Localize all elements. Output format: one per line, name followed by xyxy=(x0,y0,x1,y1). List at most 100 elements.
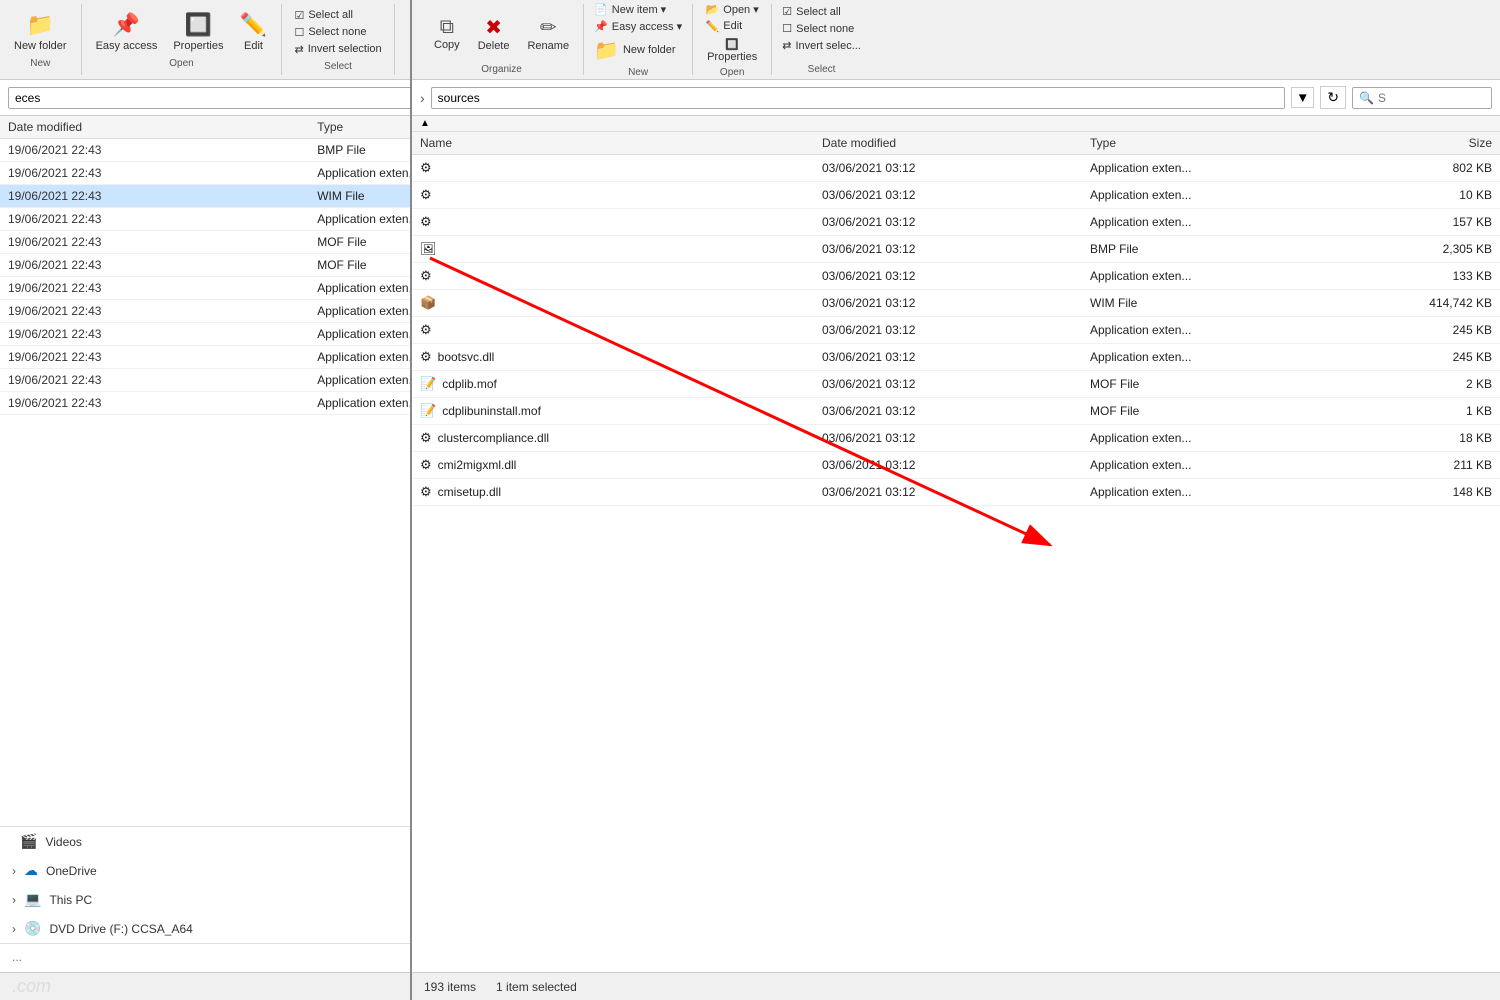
right-file-row-0[interactable]: ⚙ 03/06/2021 03:12 Application exten... … xyxy=(412,155,1500,182)
item-count-right: 193 items xyxy=(424,980,476,994)
right-file-row-7[interactable]: ⚙bootsvc.dll 03/06/2021 03:12 Applicatio… xyxy=(412,344,1500,371)
file-icon-4: ⚙ xyxy=(420,268,432,283)
select-none-button-right[interactable]: ☐ Select none xyxy=(778,21,865,36)
sort-toggle-button[interactable]: ▲ xyxy=(420,118,430,129)
file-icon-0: ⚙ xyxy=(420,160,432,175)
right-file-date-6: 03/06/2021 03:12 xyxy=(822,323,1090,337)
edit-button[interactable]: ✏️ Edit xyxy=(233,10,273,54)
right-file-date-9: 03/06/2021 03:12 xyxy=(822,404,1090,418)
copy-button-right[interactable]: ⧉ Copy xyxy=(426,14,468,53)
nav-item-onedrive[interactable]: › ☁ OneDrive xyxy=(0,856,415,885)
refresh-button-right[interactable]: ↻ xyxy=(1320,86,1346,109)
right-file-row-2[interactable]: ⚙ 03/06/2021 03:12 Application exten... … xyxy=(412,209,1500,236)
edit-button-right[interactable]: ✏️ Edit xyxy=(702,19,747,34)
nav-item-scroll-more[interactable]: ... xyxy=(0,943,415,970)
dvd-label: DVD Drive (F:) CCSA_A64 xyxy=(49,922,192,936)
properties-button-right[interactable]: 🔲 Properties xyxy=(699,36,765,65)
easy-access-button[interactable]: 📌 Easy access xyxy=(90,10,164,54)
right-file-size-9: 1 KB xyxy=(1358,404,1492,418)
size-header-right[interactable]: Size xyxy=(1358,136,1492,150)
select-all-icon-right: ☑ xyxy=(782,5,792,18)
right-file-row-11[interactable]: ⚙cmi2migxml.dll 03/06/2021 03:12 Applica… xyxy=(412,452,1500,479)
right-file-row-3[interactable]: 🖼 03/06/2021 03:12 BMP File 2,305 KB xyxy=(412,236,1500,263)
right-file-row-9[interactable]: 📝cdplibuninstall.mof 03/06/2021 03:12 MO… xyxy=(412,398,1500,425)
select-none-button-left[interactable]: ☐ Select none xyxy=(290,25,385,40)
right-file-row-12[interactable]: ⚙cmisetup.dll 03/06/2021 03:12 Applicati… xyxy=(412,479,1500,506)
nav-item-dvd[interactable]: › 💿 DVD Drive (F:) CCSA_A64 xyxy=(0,914,415,943)
right-file-name-7: ⚙bootsvc.dll xyxy=(420,349,822,365)
delete-icon: ✖ xyxy=(485,15,502,40)
left-file-date-8: 19/06/2021 22:43 xyxy=(8,327,317,341)
nav-item-videos[interactable]: 🎬 Videos xyxy=(0,827,415,856)
right-file-row-8[interactable]: 📝cdplib.mof 03/06/2021 03:12 MOF File 2 … xyxy=(412,371,1500,398)
breadcrumb-expand-right[interactable]: › xyxy=(420,90,425,106)
thispc-icon: 💻 xyxy=(24,891,41,908)
delete-button-right[interactable]: ✖ Delete xyxy=(470,13,518,54)
properties-label-right: Properties xyxy=(707,51,757,63)
type-header-right[interactable]: Type xyxy=(1090,136,1358,150)
right-file-date-4: 03/06/2021 03:12 xyxy=(822,269,1090,283)
right-file-list: ⚙ 03/06/2021 03:12 Application exten... … xyxy=(412,155,1500,972)
right-file-type-3: BMP File xyxy=(1090,242,1358,256)
search-input-right[interactable] xyxy=(1378,91,1478,105)
open-button-right[interactable]: 📂 Open ▾ xyxy=(702,2,763,17)
right-file-size-10: 18 KB xyxy=(1358,431,1492,445)
thispc-label: This PC xyxy=(49,893,92,907)
edit-label: Edit xyxy=(244,40,263,52)
left-file-date-0: 19/06/2021 22:43 xyxy=(8,143,317,157)
right-file-row-10[interactable]: ⚙clustercompliance.dll 03/06/2021 03:12 … xyxy=(412,425,1500,452)
right-file-row-1[interactable]: ⚙ 03/06/2021 03:12 Application exten... … xyxy=(412,182,1500,209)
edit-label-right: Edit xyxy=(723,20,742,32)
copy-label: Copy xyxy=(434,39,460,51)
nav-item-thispc[interactable]: › 💻 This PC xyxy=(0,885,415,914)
edit-icon-right: ✏️ xyxy=(706,20,720,33)
invert-selection-icon-left: ⇄ xyxy=(294,43,303,56)
right-file-type-7: Application exten... xyxy=(1090,350,1358,364)
right-ribbon-select: ☑ Select all ☐ Select none ⇄ Invert sele… xyxy=(772,4,871,75)
dropdown-btn-right[interactable]: ▼ xyxy=(1291,87,1314,108)
new-item-button-right[interactable]: 📄 New item ▾ xyxy=(590,2,670,17)
right-file-name-5: 📦 xyxy=(420,295,822,311)
right-file-row-5[interactable]: 📦 03/06/2021 03:12 WIM File 414,742 KB xyxy=(412,290,1500,317)
address-input-right[interactable] xyxy=(431,87,1285,109)
new-folder-button[interactable]: 📁 New folder xyxy=(8,10,73,54)
select-none-icon-left: ☐ xyxy=(294,26,304,39)
left-file-date-4: 19/06/2021 22:43 xyxy=(8,235,317,249)
properties-button[interactable]: 🔲 Properties xyxy=(167,10,229,54)
file-icon-10: ⚙ xyxy=(420,430,432,445)
select-all-button-left[interactable]: ☑ Select all xyxy=(290,8,385,23)
properties-icon: 🔲 xyxy=(185,12,212,38)
right-file-type-4: Application exten... xyxy=(1090,269,1358,283)
date-modified-header-right[interactable]: Date modified xyxy=(822,136,1090,150)
left-file-date-10: 19/06/2021 22:43 xyxy=(8,373,317,387)
right-file-date-12: 03/06/2021 03:12 xyxy=(822,485,1090,499)
right-file-type-10: Application exten... xyxy=(1090,431,1358,445)
rename-button-right[interactable]: ✏ Rename xyxy=(519,13,577,54)
file-icon-7: ⚙ xyxy=(420,349,432,364)
search-icon-right: 🔍 xyxy=(1359,91,1374,105)
new-folder-button-right[interactable]: 📁 New folder xyxy=(590,36,679,65)
open-section-title: Open xyxy=(169,58,193,69)
left-file-date-3: 19/06/2021 22:43 xyxy=(8,212,317,226)
right-file-date-3: 03/06/2021 03:12 xyxy=(822,242,1090,256)
select-section-title: Select xyxy=(324,61,352,72)
easy-access-button-right[interactable]: 📌 Easy access ▾ xyxy=(590,19,686,34)
select-all-button-right[interactable]: ☑ Select all xyxy=(778,4,865,19)
new-section-title: New xyxy=(30,58,50,69)
invert-selection-button-left[interactable]: ⇄ Invert selection xyxy=(290,42,385,57)
properties-label: Properties xyxy=(173,40,223,52)
easy-access-label-right: Easy access ▾ xyxy=(612,20,682,33)
right-ribbon-open: 📂 Open ▾ ✏️ Edit 🔲 Properties Open xyxy=(693,4,772,75)
right-file-row-6[interactable]: ⚙ 03/06/2021 03:12 Application exten... … xyxy=(412,317,1500,344)
rename-label: Rename xyxy=(527,40,569,52)
right-file-row-4[interactable]: ⚙ 03/06/2021 03:12 Application exten... … xyxy=(412,263,1500,290)
watermark-text: .com xyxy=(12,976,51,997)
left-file-date-1: 19/06/2021 22:43 xyxy=(8,166,317,180)
date-modified-header-left[interactable]: Date modified xyxy=(8,120,317,134)
invert-selection-button-right[interactable]: ⇄ Invert selec... xyxy=(778,38,865,53)
right-file-size-7: 245 KB xyxy=(1358,350,1492,364)
onedrive-label: OneDrive xyxy=(46,864,97,878)
name-header-right[interactable]: Name xyxy=(420,136,822,150)
right-ribbon-new: 📄 New item ▾ 📌 Easy access ▾ 📁 New folde… xyxy=(584,4,693,75)
select-none-label-right: Select none xyxy=(796,23,854,35)
